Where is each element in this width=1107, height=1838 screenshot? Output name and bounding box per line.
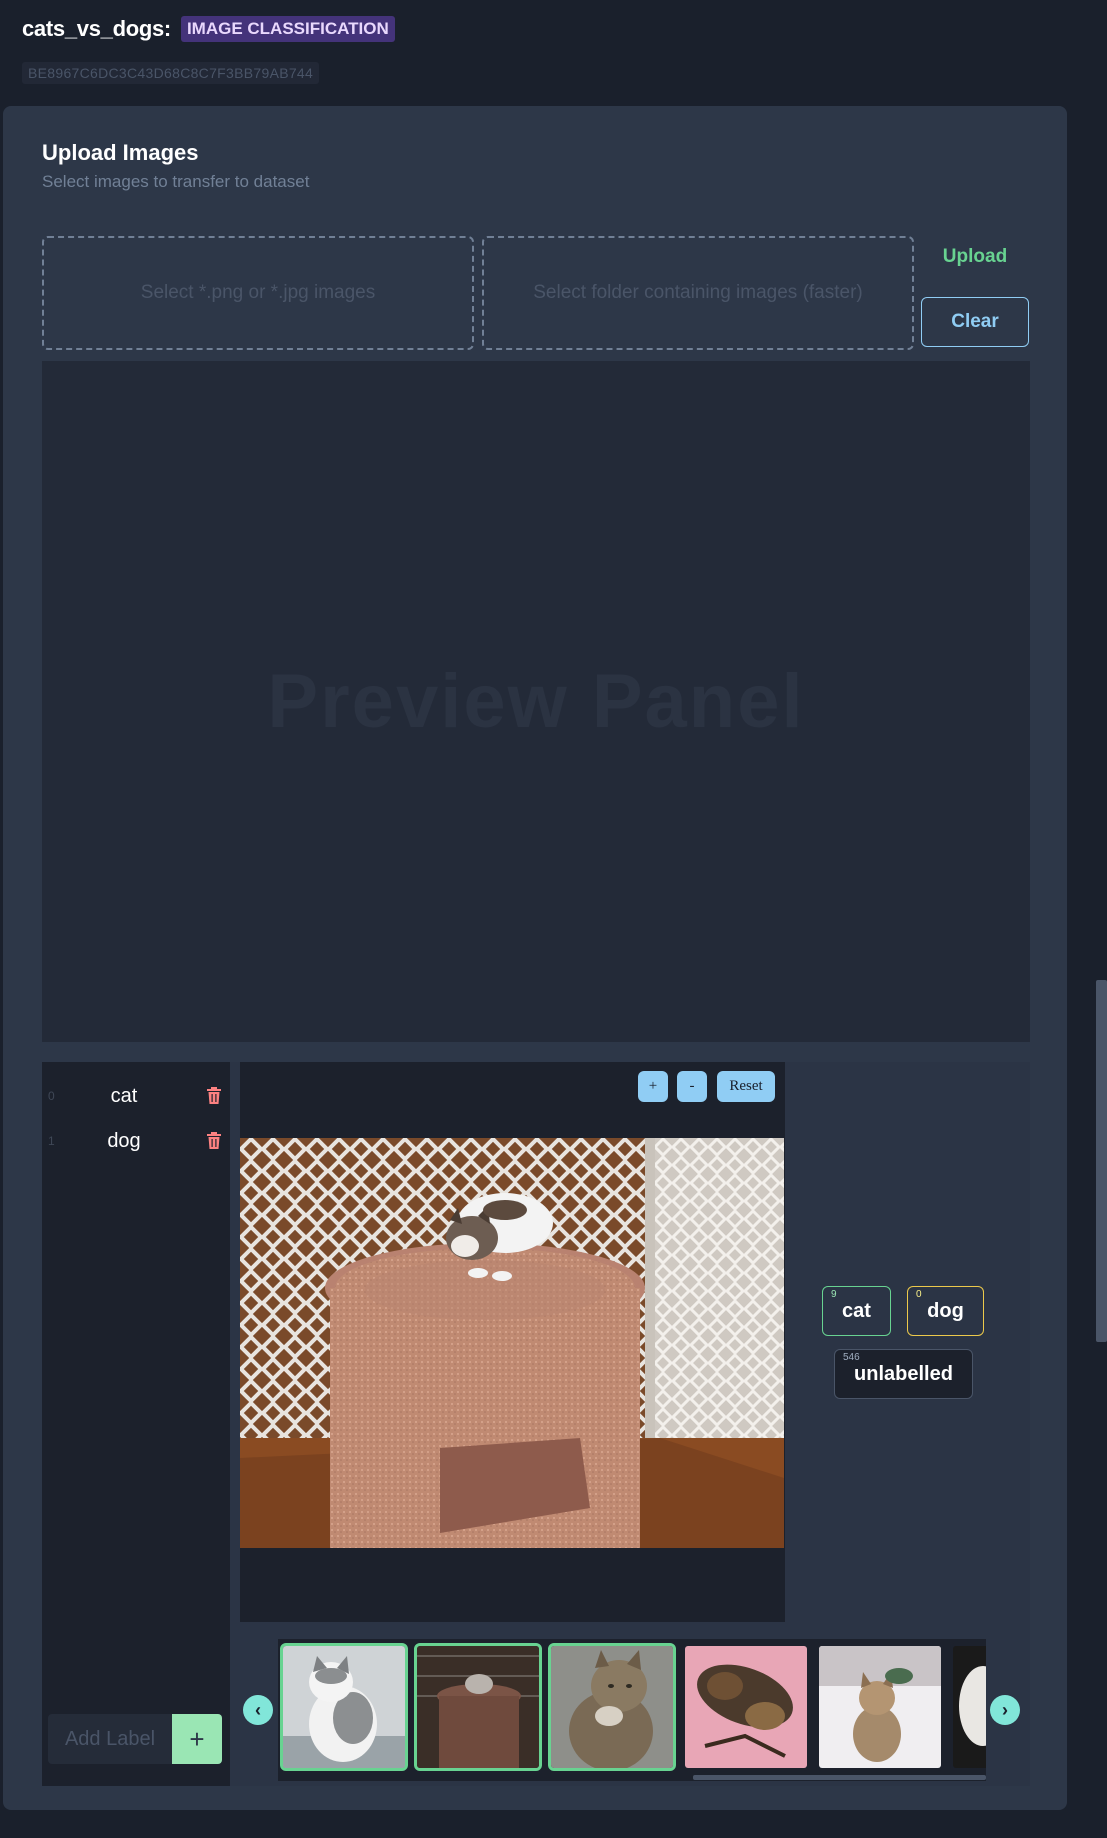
thumbnail[interactable] — [414, 1643, 542, 1771]
current-image[interactable] — [240, 1138, 784, 1548]
select-images-dropzone[interactable]: Select *.png or *.jpg images — [42, 236, 474, 350]
add-label-button[interactable]: + — [172, 1714, 222, 1764]
image-viewer: + - Reset — [240, 1062, 785, 1622]
label-name: cat — [110, 1084, 138, 1107]
clear-button[interactable]: Clear — [921, 297, 1029, 347]
thumbnail[interactable] — [682, 1643, 810, 1771]
preview-panel: Preview Panel — [42, 361, 1030, 1042]
thumbnail-prev-button[interactable]: ‹ — [243, 1695, 273, 1725]
dataset-header: cats_vs_dogs: IMAGE CLASSIFICATION — [22, 16, 395, 42]
add-label-form: Add Label + — [48, 1714, 222, 1764]
class-label: dog — [927, 1299, 964, 1322]
label-item-cat[interactable]: 0 cat — [42, 1076, 230, 1116]
dataset-name: cats_vs_dogs: — [22, 16, 171, 41]
add-label-input[interactable]: Add Label — [48, 1714, 172, 1764]
class-count: 9 — [831, 1289, 837, 1300]
class-count: 0 — [916, 1289, 922, 1300]
thumbnail[interactable] — [816, 1643, 944, 1771]
trash-icon[interactable] — [207, 1087, 221, 1105]
thumbnail-scrollbar[interactable] — [693, 1775, 986, 1780]
page-scrollbar[interactable] — [1096, 980, 1107, 1342]
zoom-reset-button[interactable]: Reset — [717, 1071, 775, 1102]
thumbnail[interactable] — [950, 1643, 986, 1771]
upload-title: Upload Images — [42, 140, 199, 165]
upload-subtitle: Select images to transfer to dataset — [42, 172, 310, 191]
upload-panel: Upload Images Select images to transfer … — [3, 106, 1067, 1810]
class-label: cat — [842, 1299, 871, 1322]
class-button-unlabelled[interactable]: 546 unlabelled — [834, 1349, 973, 1399]
zoom-out-button[interactable]: - — [677, 1071, 707, 1102]
class-count: 546 — [843, 1352, 860, 1363]
trash-icon[interactable] — [207, 1132, 221, 1150]
labels-sidebar: 0 cat 1 dog Add Label + — [42, 1062, 230, 1786]
thumbnail[interactable] — [280, 1643, 408, 1771]
class-button-cat[interactable]: 9 cat — [822, 1286, 891, 1336]
preview-panel-label: Preview Panel — [267, 659, 805, 744]
label-name: dog — [107, 1129, 141, 1152]
select-folder-dropzone[interactable]: Select folder containing images (faster) — [482, 236, 914, 350]
class-label: unlabelled — [854, 1362, 953, 1385]
upload-button[interactable]: Upload — [921, 246, 1029, 268]
labelling-workspace: 0 cat 1 dog Add Label + + - Reset 9 cat … — [42, 1062, 1030, 1786]
label-item-dog[interactable]: 1 dog — [42, 1121, 230, 1161]
class-button-dog[interactable]: 0 dog — [907, 1286, 984, 1336]
thumbnail[interactable] — [548, 1643, 676, 1771]
dataset-type-badge: IMAGE CLASSIFICATION — [180, 16, 395, 42]
thumbnail-next-button[interactable]: › — [990, 1695, 1020, 1725]
zoom-in-button[interactable]: + — [638, 1071, 668, 1102]
thumbnail-strip — [278, 1639, 986, 1781]
dataset-id: BE8967C6DC3C43D68C8C7F3BB79AB744 — [22, 62, 320, 84]
